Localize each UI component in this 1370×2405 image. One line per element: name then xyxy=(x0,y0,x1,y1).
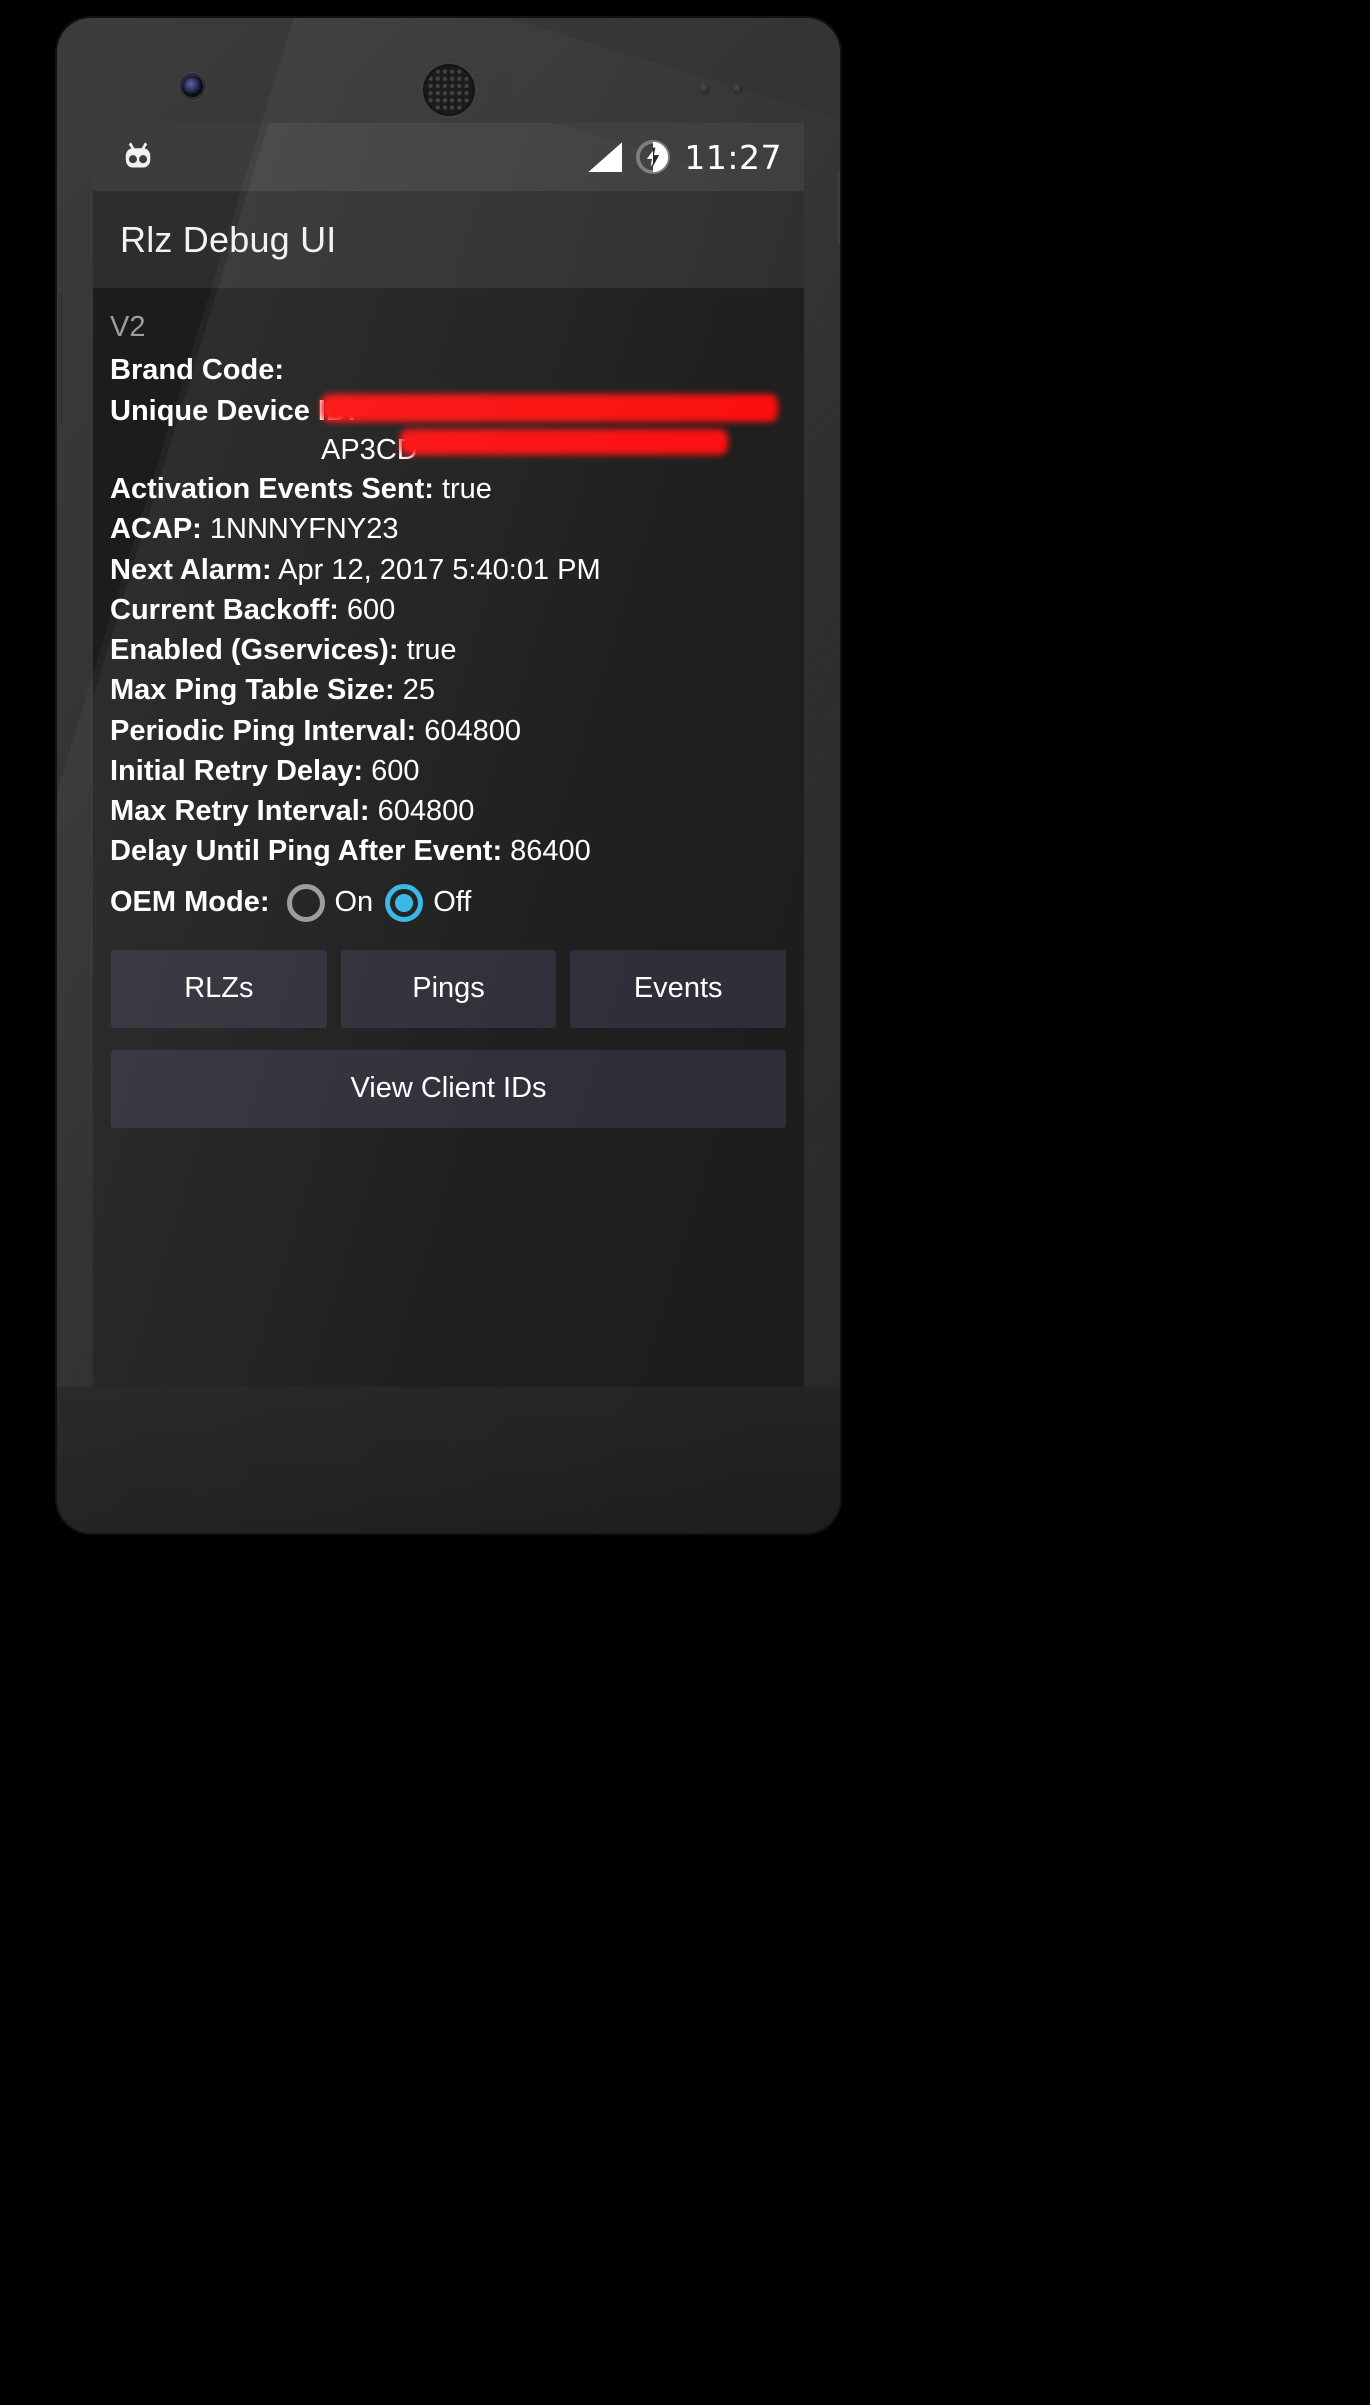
info-value: 86400 xyxy=(510,835,591,868)
redaction-bar xyxy=(321,393,778,422)
info-label: Enabled (Gservices): xyxy=(110,634,399,667)
unique-device-id-second-line: AP3CD xyxy=(321,433,418,466)
info-label: Max Retry Interval: xyxy=(110,795,370,828)
earpiece-speaker-icon xyxy=(423,64,475,116)
view-client-ids-button[interactable]: View Client IDs xyxy=(111,1049,786,1128)
info-label: Activation Events Sent: xyxy=(110,473,434,506)
action-bar: Rlz Debug UI xyxy=(93,191,804,289)
status-bar-clock: 11:27 xyxy=(684,137,782,177)
main-content: V2 Brand Code: Unique Device ID: AP3CD A… xyxy=(93,289,804,1387)
info-row-unique-device-id: Unique Device ID: xyxy=(110,391,787,455)
info-value: 600 xyxy=(346,593,396,626)
empty-space xyxy=(93,1128,804,1368)
info-value: Apr 12, 2017 5:40:01 PM xyxy=(278,553,601,586)
info-value: true xyxy=(441,473,492,506)
info-label: Initial Retry Delay: xyxy=(110,754,364,787)
info-row-periodic-ping-interval: Periodic Ping Interval: 604800 xyxy=(110,711,787,751)
info-label: Next Alarm: xyxy=(110,553,272,586)
status-bar[interactable]: 11:27 xyxy=(93,123,804,191)
phone-screen: 11:27 Rlz Debug UI V2 Brand Code: Unique… xyxy=(93,123,804,1387)
radio-label: On xyxy=(334,886,374,919)
page-title: Rlz Debug UI xyxy=(120,218,337,260)
oem-mode-radio-on[interactable]: On xyxy=(286,883,374,922)
rlzs-button[interactable]: RLZs xyxy=(111,949,327,1028)
proximity-sensor-icon xyxy=(699,83,710,94)
info-value: true xyxy=(406,634,457,667)
info-row-next-alarm: Next Alarm: Apr 12, 2017 5:40:01 PM xyxy=(110,550,787,590)
info-row-max-retry-interval: Max Retry Interval: 604800 xyxy=(110,791,787,831)
info-value: 25 xyxy=(402,674,436,707)
radio-button-icon[interactable] xyxy=(286,883,325,922)
phone-device-frame: 11:27 Rlz Debug UI V2 Brand Code: Unique… xyxy=(57,18,840,1533)
oem-mode-label: OEM Mode: xyxy=(110,886,270,919)
phone-bottom-bezel xyxy=(57,1387,840,1533)
pings-button[interactable]: Pings xyxy=(340,949,557,1028)
events-button[interactable]: Events xyxy=(570,949,787,1028)
info-label: Brand Code: xyxy=(110,354,284,387)
info-label: Unique Device ID: xyxy=(110,394,357,427)
info-value: 600 xyxy=(371,754,420,787)
oem-mode-radio-group: OEM Mode: On Off xyxy=(110,872,787,922)
info-row-initial-retry-delay: Initial Retry Delay: 600 xyxy=(110,751,787,791)
signal-bars-icon xyxy=(588,142,623,172)
info-row-delay-until-ping-after-event: Delay Until Ping After Event: 86400 xyxy=(110,831,787,871)
info-value: 604800 xyxy=(424,714,522,747)
radio-button-icon-selected[interactable] xyxy=(385,883,424,922)
info-row-max-ping-table-size: Max Ping Table Size: 25 xyxy=(110,670,787,710)
cyanogenmod-logo-icon xyxy=(125,142,151,168)
view-client-ids-row: View Client IDs xyxy=(93,1028,804,1128)
info-row-current-backoff: Current Backoff: 600 xyxy=(110,590,787,630)
info-label: Periodic Ping Interval: xyxy=(110,714,417,747)
status-bar-icons: 11:27 xyxy=(588,138,782,177)
info-row-activation-events-sent: Activation Events Sent: true xyxy=(110,469,787,509)
info-value: 1NNNYFNY23 xyxy=(209,513,399,546)
info-value: 604800 xyxy=(377,795,475,828)
info-label: Max Ping Table Size: xyxy=(110,674,395,707)
volume-rocker-button[interactable] xyxy=(57,293,62,423)
radio-label: Off xyxy=(433,886,472,919)
power-button[interactable] xyxy=(835,173,840,245)
battery-charging-icon xyxy=(636,140,671,174)
front-camera-icon xyxy=(182,76,203,97)
info-label: ACAP: xyxy=(110,513,202,546)
action-button-row: RLZs Pings Events xyxy=(93,922,804,1028)
info-label: Delay Until Ping After Event: xyxy=(110,835,503,868)
light-sensor-icon xyxy=(732,83,743,94)
info-list: V2 Brand Code: Unique Device ID: AP3CD A… xyxy=(93,307,804,922)
info-row-brand-code: Brand Code: xyxy=(110,350,787,390)
earpiece-mesh xyxy=(426,67,472,113)
oem-mode-radio-off[interactable]: Off xyxy=(385,883,472,922)
info-row-acap: ACAP: 1NNNYFNY23 xyxy=(110,509,787,549)
version-label: V2 xyxy=(110,311,146,343)
info-row-enabled-gservices: Enabled (Gservices): true xyxy=(110,630,787,670)
info-label: Current Backoff: xyxy=(110,593,339,626)
